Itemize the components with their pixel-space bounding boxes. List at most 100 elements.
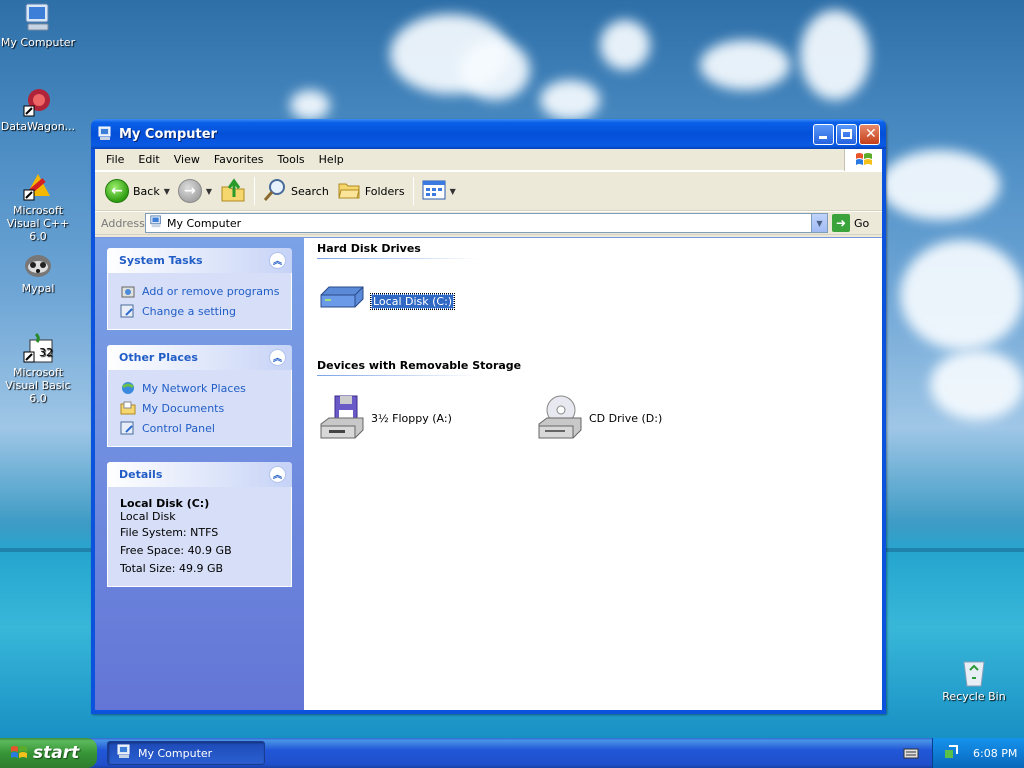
details-type: Local Disk: [120, 510, 176, 523]
title-bar[interactable]: My Computer ✕: [91, 119, 886, 149]
desktop-icon-visual-basic[interactable]: 32 Microsoft Visual Basic 6.0: [0, 332, 78, 405]
drives-view: Hard Disk Drives Local Disk (C:) Devices…: [304, 238, 882, 710]
desktop-icon-label: Microsoft Visual Basic 6.0: [5, 366, 71, 405]
details-name: Local Disk (C:): [120, 497, 210, 510]
drive-label: 3½ Floppy (A:): [371, 411, 452, 425]
go-button[interactable]: ➜ Go: [832, 214, 878, 232]
collapse-icon[interactable]: ︽: [269, 349, 286, 366]
forward-arrow-icon: →: [177, 179, 202, 203]
task-change-setting[interactable]: Change a setting: [120, 301, 281, 321]
up-button[interactable]: [216, 176, 250, 206]
details-free-space: Free Space: 40.9 GB: [120, 544, 232, 557]
details-header[interactable]: Details ︽: [107, 462, 292, 487]
windows-logo-icon: [844, 149, 882, 171]
menu-file[interactable]: File: [99, 151, 131, 168]
menu-view[interactable]: View: [167, 151, 207, 168]
minimize-button[interactable]: [813, 124, 834, 145]
desktop-icon-label: Microsoft Visual C++ 6.0: [6, 204, 70, 243]
task-label: Change a setting: [142, 304, 236, 318]
go-arrow-icon: ➜: [832, 214, 850, 232]
desktop-icon-datawagon[interactable]: DataWagon...: [0, 86, 78, 133]
my-computer-window: My Computer ✕ File Edit View Favorites T…: [91, 119, 886, 714]
network-places-icon: [120, 380, 136, 396]
collapse-icon[interactable]: ︽: [269, 466, 286, 483]
drive-floppy-a[interactable]: 3½ Floppy (A:): [317, 390, 535, 446]
drive-local-disk-c[interactable]: Local Disk (C:): [317, 273, 535, 329]
start-label: start: [33, 743, 80, 763]
keyboard-icon[interactable]: [903, 746, 919, 760]
place-label: Control Panel: [142, 421, 215, 435]
views-icon: [422, 180, 446, 203]
task-label: Add or remove programs: [142, 284, 280, 298]
menu-edit[interactable]: Edit: [131, 151, 166, 168]
mypal-icon: [22, 248, 54, 280]
visual-basic-icon: 32: [22, 332, 54, 364]
address-bar: Address My Computer ▼ ➜ Go: [95, 211, 882, 235]
control-panel-icon: [120, 303, 136, 319]
chevron-down-icon[interactable]: ▼: [450, 187, 456, 196]
search-button[interactable]: Search: [259, 176, 333, 206]
desktop-icon-visual-cpp[interactable]: Microsoft Visual C++ 6.0: [0, 170, 78, 243]
visual-cpp-icon: [22, 170, 54, 202]
task-add-remove-programs[interactable]: Add or remove programs: [120, 281, 281, 301]
computer-icon: [22, 2, 54, 34]
search-icon: [263, 178, 287, 205]
panel-title: Other Places: [119, 351, 198, 364]
system-tray: 6:08 PM: [932, 738, 1024, 768]
place-label: My Network Places: [142, 381, 246, 395]
svg-text:32: 32: [39, 346, 53, 359]
place-control-panel[interactable]: Control Panel: [120, 418, 281, 438]
network-tray-icon[interactable]: [943, 744, 959, 763]
desktop-icon-recycle-bin[interactable]: Recycle Bin: [934, 656, 1014, 703]
desktop-icon-my-computer[interactable]: My Computer: [0, 2, 78, 49]
clock[interactable]: 6:08 PM: [973, 747, 1017, 760]
start-button[interactable]: start: [0, 738, 97, 768]
place-my-network-places[interactable]: My Network Places: [120, 378, 281, 398]
address-label: Address: [101, 216, 145, 230]
floppy-drive-icon: [317, 394, 367, 442]
chevron-down-icon[interactable]: ▼: [206, 187, 212, 196]
address-value: My Computer: [167, 216, 242, 230]
desktop-icon-label: Mypal: [21, 282, 55, 295]
details-file-system: File System: NTFS: [120, 526, 219, 539]
windows-logo-icon: [10, 744, 28, 762]
back-button[interactable]: ← Back ▼: [101, 176, 174, 206]
taskbar: start My Computer 6:08 PM: [0, 738, 1024, 768]
other-places-header[interactable]: Other Places ︽: [107, 345, 292, 370]
menu-bar: File Edit View Favorites Tools Help: [95, 149, 882, 171]
forward-button[interactable]: → ▼: [174, 176, 216, 206]
menu-tools[interactable]: Tools: [271, 151, 312, 168]
address-input[interactable]: My Computer ▼: [145, 213, 828, 233]
place-label: My Documents: [142, 401, 225, 415]
collapse-icon[interactable]: ︽: [269, 252, 286, 269]
recycle-bin-icon: [958, 656, 990, 688]
panel-title: System Tasks: [119, 254, 203, 267]
window-title: My Computer: [119, 126, 217, 142]
folders-label: Folders: [364, 184, 405, 198]
place-my-documents[interactable]: My Documents: [120, 398, 281, 418]
panel-title: Details: [119, 468, 163, 481]
desktop-icon-label: My Computer: [0, 36, 76, 49]
taskbar-item-my-computer[interactable]: My Computer: [107, 741, 265, 765]
back-arrow-icon: ←: [105, 179, 129, 203]
hard-disk-icon: [317, 277, 367, 325]
back-label: Back: [133, 184, 160, 198]
control-panel-icon: [120, 420, 136, 436]
close-button[interactable]: ✕: [859, 124, 880, 145]
views-button[interactable]: ▼: [418, 176, 460, 206]
chevron-down-icon[interactable]: ▼: [164, 187, 170, 196]
drive-cd-d[interactable]: CD Drive (D:): [535, 390, 753, 446]
menu-favorites[interactable]: Favorites: [207, 151, 271, 168]
address-dropdown-button[interactable]: ▼: [811, 214, 827, 232]
menu-help[interactable]: Help: [312, 151, 351, 168]
group-header-removable-storage: Devices with Removable Storage: [317, 359, 522, 372]
task-pane: System Tasks ︽ Add or remove programs Ch…: [95, 238, 304, 710]
system-tasks-header[interactable]: System Tasks ︽: [107, 248, 292, 273]
desktop-icon-label: DataWagon...: [0, 120, 76, 133]
cd-drive-icon: [535, 394, 585, 442]
desktop-icon-mypal[interactable]: Mypal: [0, 248, 78, 295]
maximize-button[interactable]: [836, 124, 857, 145]
toolbar: ← Back ▼ → ▼ Search Folders ▼: [95, 171, 882, 211]
folders-button[interactable]: Folders: [333, 176, 409, 206]
system-tasks-panel: System Tasks ︽ Add or remove programs Ch…: [107, 248, 292, 330]
